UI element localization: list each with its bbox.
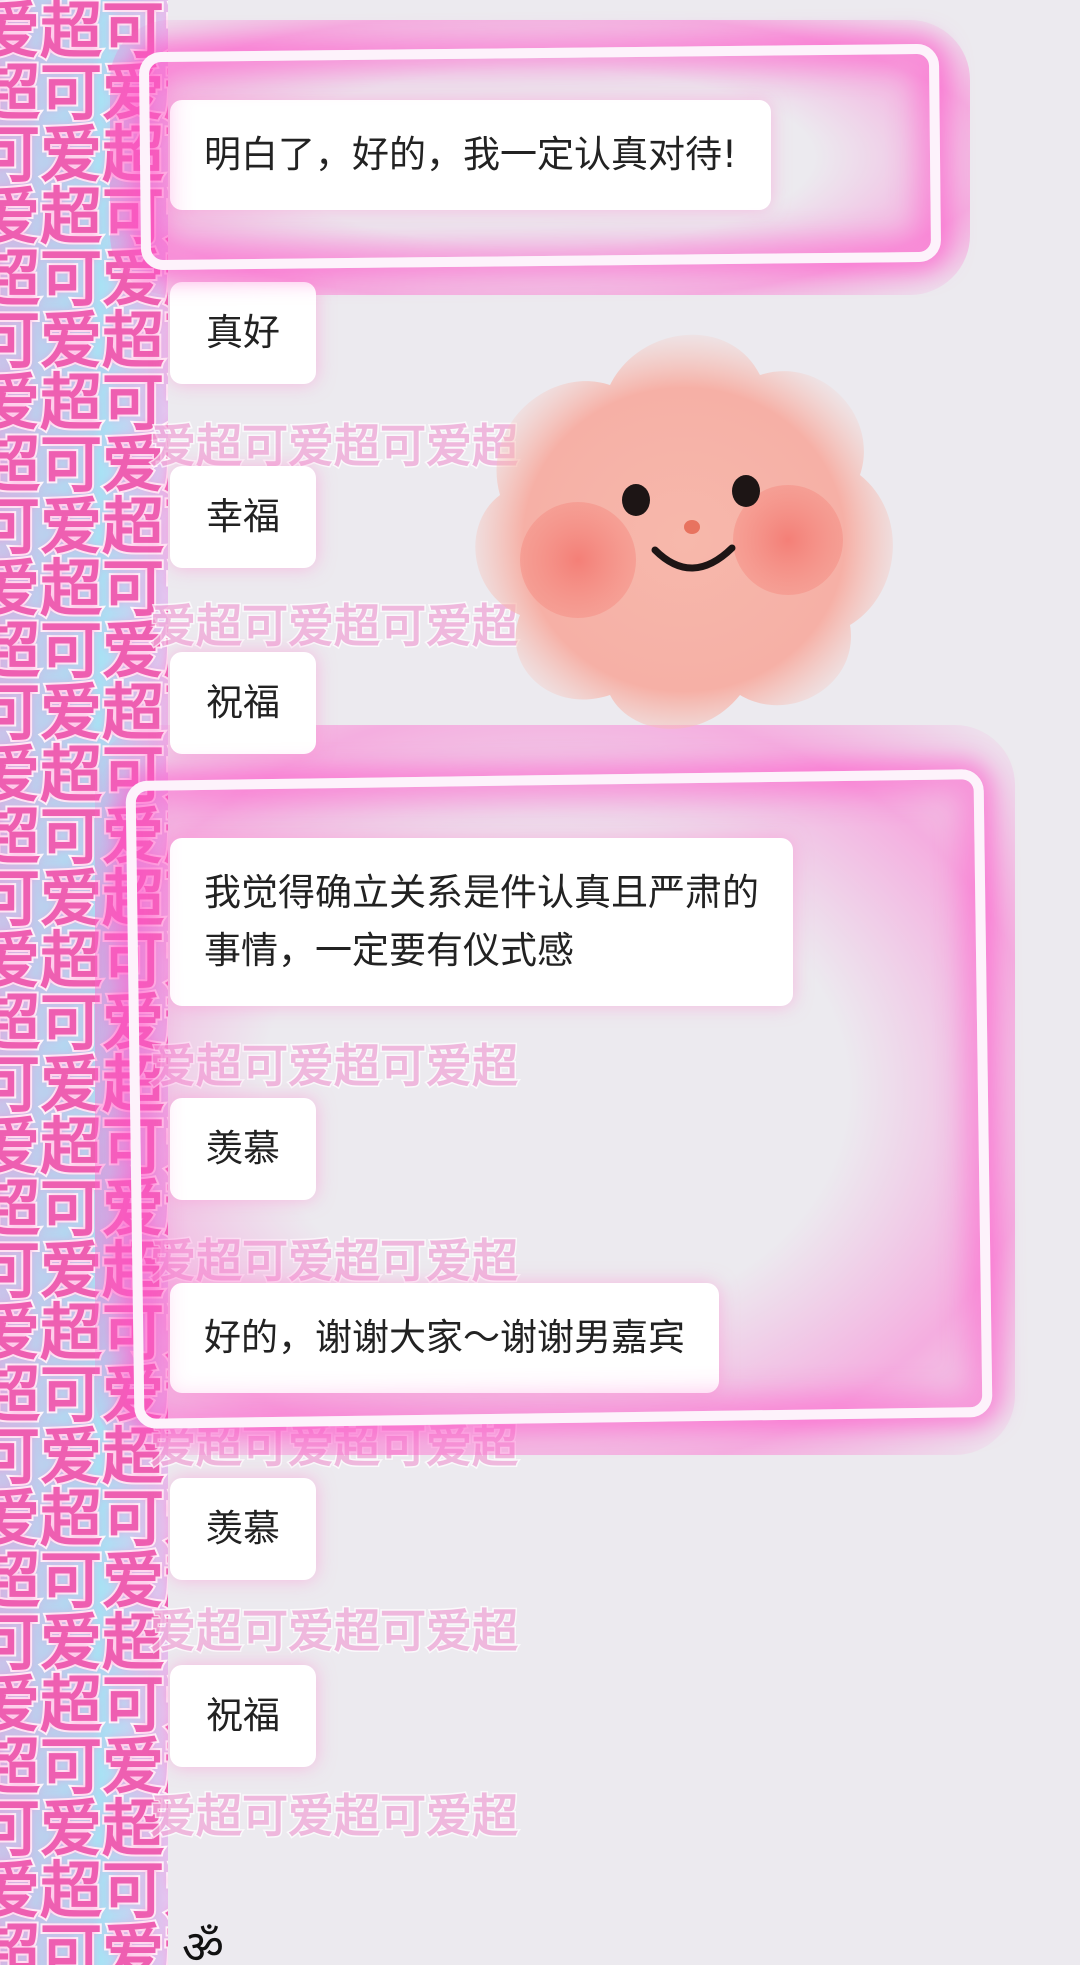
message-text: 真好 bbox=[206, 311, 280, 354]
sticker-bleed: 爱超可爱超可爱超 bbox=[149, 1038, 520, 1095]
message-text: 羡慕 bbox=[206, 1507, 280, 1550]
sticker-row: 可爱超可爱 bbox=[0, 490, 168, 563]
message-text-line: 事情，一定要有仪式感 bbox=[204, 929, 574, 972]
sticker-row: 超可爱超可 bbox=[0, 1544, 168, 1617]
sticker-row: 可爱超可爱 bbox=[0, 676, 168, 749]
chat-message[interactable]: 羡慕 bbox=[170, 1478, 316, 1580]
sticker-row: 可爱超可爱 bbox=[0, 1792, 168, 1865]
chat-message[interactable]: 好的，谢谢大家～谢谢男嘉宾 bbox=[170, 1283, 719, 1393]
partial-sticker-mark: ॐ bbox=[182, 1920, 224, 1965]
sticker-row: 可爱超可爱 bbox=[0, 1048, 168, 1121]
sticker-row: 超可爱超可 bbox=[0, 1358, 168, 1431]
message-text: 祝福 bbox=[206, 681, 280, 724]
chat-message[interactable]: 祝福 bbox=[170, 652, 316, 754]
sticker-row: 爱超可爱超 bbox=[0, 552, 168, 625]
sticker-row: 爱超可爱超 bbox=[0, 1668, 168, 1741]
sticker-row: 可爱超可爱 bbox=[0, 304, 168, 377]
sticker-row: 可爱超可爱 bbox=[0, 118, 168, 191]
message-text: 好的，谢谢大家～谢谢男嘉宾 bbox=[204, 1316, 685, 1359]
chat-message[interactable]: 幸福 bbox=[170, 466, 316, 568]
sticker-row: 爱超可爱超 bbox=[0, 0, 168, 67]
message-text-line: 我觉得确立关系是件认真且严肃的 bbox=[204, 871, 759, 914]
sticker-row: 爱超可爱超 bbox=[0, 366, 168, 439]
sticker-row: 爱超可爱超 bbox=[0, 1110, 168, 1183]
chat-message[interactable]: 真好 bbox=[170, 282, 316, 384]
sticker-row: 可爱超可爱 bbox=[0, 1606, 168, 1679]
sticker-row: 超可爱超可 bbox=[0, 800, 168, 873]
chat-message[interactable]: 明白了，好的，我一定认真对待! bbox=[170, 100, 771, 210]
chat-message[interactable]: 我觉得确立关系是件认真且严肃的 事情，一定要有仪式感 bbox=[170, 838, 793, 1006]
sticker-bleed: 爱超可爱超可爱超 bbox=[149, 1788, 520, 1845]
sticker-row: 可爱超可爱 bbox=[0, 1234, 168, 1307]
sticker-strip: 爱超可爱超 超可爱超可 可爱超可爱 爱超可爱超 超可爱超可 可爱超可爱 爱超可爱… bbox=[0, 0, 168, 1965]
chat-message[interactable]: 祝福 bbox=[170, 1665, 316, 1767]
sticker-row: 超可爱超可 bbox=[0, 986, 168, 1059]
sticker-row: 超可爱超可 bbox=[0, 1730, 168, 1803]
chat-message[interactable]: 羡慕 bbox=[170, 1098, 316, 1200]
sticker-row: 超可爱超可 bbox=[0, 1172, 168, 1245]
sticker-row: 爱超可爱超 bbox=[0, 180, 168, 253]
sticker-row: 爱超可爱超 bbox=[0, 1482, 168, 1555]
sticker-row: 爱超可爱超 bbox=[0, 924, 168, 997]
sticker-row: 可爱超可爱 bbox=[0, 862, 168, 935]
message-text: 祝福 bbox=[206, 1694, 280, 1737]
sticker-row: 爱超可爱超 bbox=[0, 738, 168, 811]
sticker-row: 爱超可爱超 bbox=[0, 1854, 168, 1927]
sticker-row: 可爱超可爱 bbox=[0, 1420, 168, 1493]
blush-face-sticker-icon bbox=[475, 334, 893, 729]
message-text: 明白了，好的，我一定认真对待! bbox=[204, 133, 737, 176]
sticker-row: 爱超可爱超 bbox=[0, 1296, 168, 1369]
message-text: 羡慕 bbox=[206, 1127, 280, 1170]
sticker-row: 超可爱超可 bbox=[0, 614, 168, 687]
sticker-row: 超可爱超可 bbox=[0, 242, 168, 315]
message-text: 幸福 bbox=[206, 495, 280, 538]
sticker-bleed: 爱超可爱超可爱超 bbox=[149, 1418, 520, 1475]
sticker-bleed: 爱超可爱超可爱超 bbox=[149, 1603, 520, 1660]
sticker-row: 超可爱超可 bbox=[0, 56, 168, 129]
sticker-row: 超可爱超可 bbox=[0, 1916, 168, 1965]
sticker-bleed: 爱超可爱超可爱超 bbox=[149, 1233, 520, 1290]
sticker-row: 超可爱超可 bbox=[0, 428, 168, 501]
